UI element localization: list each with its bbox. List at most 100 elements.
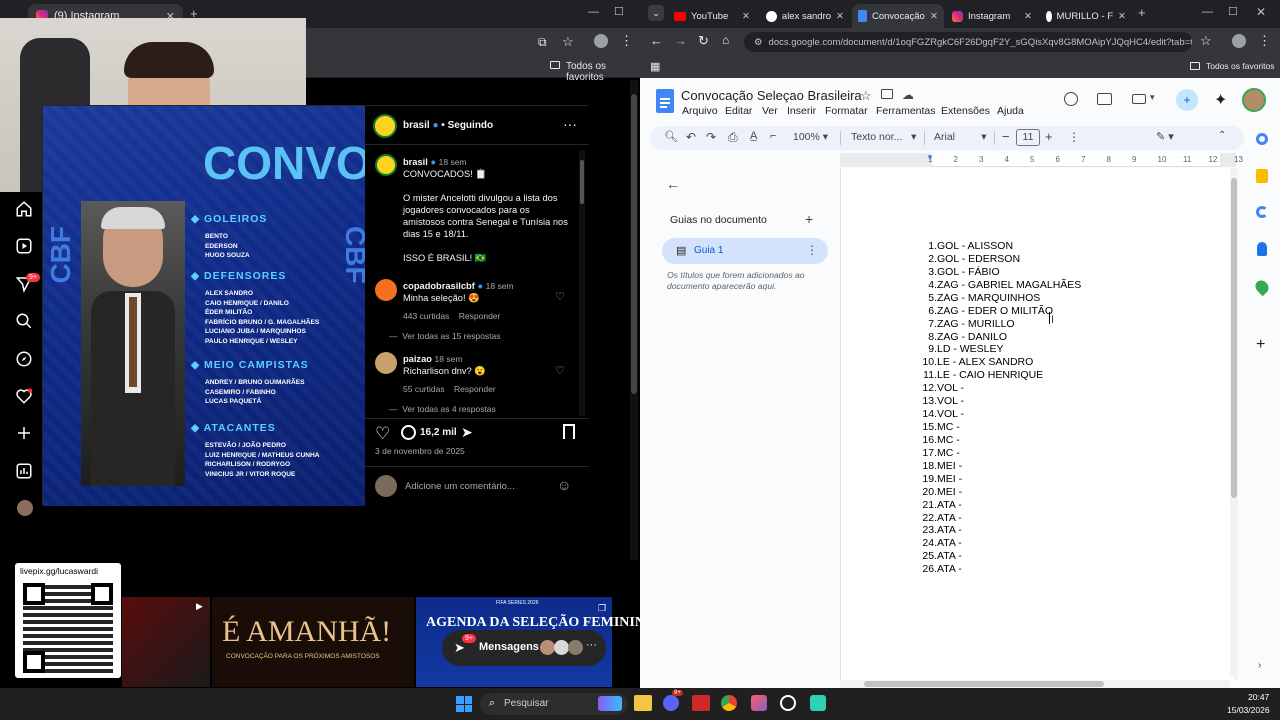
comments-icon[interactable]: [1097, 93, 1112, 105]
close-outline-icon[interactable]: ←: [666, 176, 680, 192]
comment-avatar[interactable]: [375, 352, 397, 374]
increase-font-icon[interactable]: +: [1045, 129, 1053, 144]
list-item[interactable]: 11. LE - CAIO HENRIQUE: [921, 369, 1043, 382]
comment-author[interactable]: copadobrasilcbf: [403, 281, 475, 291]
apps-grid-icon[interactable]: ▦: [650, 60, 660, 73]
reply-button[interactable]: Responder: [454, 384, 496, 394]
comment-likes[interactable]: 55 curtidas: [403, 384, 445, 394]
docs-logo-icon[interactable]: [656, 89, 674, 113]
messages-pill[interactable]: ➤ 9+ Mensagens ···: [442, 630, 606, 666]
list-item[interactable]: 25. ATA -: [921, 550, 961, 563]
contacts-icon[interactable]: [1257, 242, 1267, 256]
comment-likes[interactable]: 443 curtidas: [403, 311, 449, 321]
following-button[interactable]: Seguindo: [448, 120, 494, 131]
list-item[interactable]: 4. ZAG - GABRIEL MAGALHÃES: [921, 279, 1081, 292]
close-tab-icon[interactable]: ✕: [930, 11, 938, 22]
share-icon[interactable]: ➤: [461, 424, 473, 441]
comment-author[interactable]: paizao: [403, 354, 432, 364]
maximize-icon[interactable]: ☐: [1228, 5, 1238, 18]
decrease-font-icon[interactable]: −: [1002, 129, 1010, 144]
discord-icon[interactable]: [663, 695, 679, 711]
dashboard-icon[interactable]: [15, 462, 35, 482]
comment-bubble-icon[interactable]: [401, 425, 416, 440]
caption-author[interactable]: brasil: [403, 157, 428, 167]
tab-search-icon[interactable]: ⌄: [648, 5, 664, 21]
list-item[interactable]: 10. LE - ALEX SANDRO: [921, 356, 1033, 369]
cloud-status-icon[interactable]: ☁: [902, 88, 914, 102]
bookmark-star-icon[interactable]: ☆: [1200, 33, 1212, 49]
scrollbar-thumb[interactable]: [1231, 178, 1237, 498]
close-window-icon[interactable]: ✕: [1256, 5, 1266, 19]
menu-ferramentas[interactable]: Ferramentas: [876, 105, 936, 117]
list-item[interactable]: 12. VOL -: [921, 382, 964, 395]
home-icon[interactable]: ⌂: [722, 33, 729, 47]
address-bar[interactable]: ⚙ docs.google.com/document/d/1oqFGZRgkC6…: [744, 32, 1192, 52]
minimize-icon[interactable]: —: [1202, 6, 1213, 18]
gemini-sparkle-icon[interactable]: ✦: [1214, 90, 1227, 110]
close-tab-icon[interactable]: ✕: [1118, 11, 1126, 22]
scrollbar-thumb[interactable]: [864, 681, 1104, 687]
post-options-icon[interactable]: ···: [563, 116, 577, 132]
share-person-add-icon[interactable]: +: [1176, 89, 1198, 111]
paint-format-icon[interactable]: ⌐: [770, 130, 776, 142]
get-addons-icon[interactable]: +: [1256, 336, 1265, 354]
list-item[interactable]: 22. ATA -: [921, 512, 961, 525]
chrome-icon[interactable]: [721, 695, 737, 711]
expand-panel-icon[interactable]: ›: [1258, 660, 1261, 671]
tab-options-icon[interactable]: ⋮: [806, 243, 818, 257]
comment-input[interactable]: Adicione um comentário...: [405, 481, 515, 492]
app-icon[interactable]: [751, 695, 767, 711]
menu-editar[interactable]: Editar: [725, 105, 752, 117]
meet-video-icon[interactable]: [1132, 94, 1146, 104]
list-item[interactable]: 18. MEI -: [921, 460, 962, 473]
undo-icon[interactable]: ↶: [686, 130, 696, 144]
tab-youtube[interactable]: YouTube ✕: [668, 4, 756, 28]
font-size-input[interactable]: 11: [1016, 129, 1040, 146]
menu-extensoes[interactable]: Extensões: [941, 105, 990, 117]
list-item[interactable]: 14. VOL -: [921, 408, 964, 421]
profile-avatar[interactable]: [594, 34, 608, 48]
tab-instagram[interactable]: Instagram ✕: [946, 4, 1038, 28]
star-icon[interactable]: ☆: [860, 88, 872, 104]
comment-like-icon[interactable]: ♡: [555, 364, 565, 377]
brasil-avatar[interactable]: [373, 114, 397, 138]
minimize-icon[interactable]: —: [588, 6, 599, 18]
emoji-icon[interactable]: ☺: [557, 477, 571, 493]
reply-button[interactable]: Responder: [459, 311, 501, 321]
explore-icon[interactable]: [15, 350, 35, 370]
clock-date[interactable]: 15/03/2026: [1227, 705, 1270, 715]
view-replies-link[interactable]: Ver todas as 4 respostas: [402, 404, 496, 414]
comments-scrollbar[interactable]: [579, 150, 585, 416]
close-tab-icon[interactable]: ✕: [742, 11, 750, 22]
list-item[interactable]: 15. MC -: [921, 421, 959, 434]
horizontal-ruler[interactable]: ▼ 1 2 3 4 5 6 7 8 9 10 11 12 13: [840, 153, 1243, 167]
move-folder-icon[interactable]: [881, 89, 893, 99]
scrollbar-thumb[interactable]: [580, 160, 584, 204]
comment-avatar[interactable]: [375, 279, 397, 301]
bookmark-star-icon[interactable]: ☆: [562, 34, 574, 50]
reel-thumbnail-2[interactable]: É AMANHÃ! CONVOCAÇÃO PARA OS PRÓXIMOS AM…: [212, 597, 414, 687]
tasks-icon[interactable]: [1256, 206, 1268, 218]
print-icon[interactable]: ⎙: [728, 130, 738, 145]
search-menus-icon[interactable]: 🔍︎: [664, 130, 678, 143]
start-button-icon[interactable]: [456, 696, 472, 712]
document-title[interactable]: Convocação Seleçao Brasileira: [681, 88, 862, 103]
menu-dots-icon[interactable]: ⋮: [1258, 33, 1271, 49]
keep-icon[interactable]: [1256, 169, 1268, 183]
whatsapp-icon[interactable]: [810, 695, 826, 711]
reel-thumbnail-1[interactable]: ▶: [122, 597, 210, 687]
redo-icon[interactable]: ↷: [706, 130, 716, 144]
collapse-toolbar-icon[interactable]: ⌃: [1218, 130, 1226, 141]
all-bookmarks-link[interactable]: Todos os favoritos: [1206, 61, 1275, 71]
list-item[interactable]: 3. GOL - FÁBIO: [921, 266, 999, 279]
version-history-icon[interactable]: [1064, 92, 1078, 106]
list-item[interactable]: 24. ATA -: [921, 537, 961, 550]
notifications-heart-icon[interactable]: [15, 387, 35, 407]
home-icon[interactable]: [15, 200, 35, 220]
add-tab-icon[interactable]: +: [805, 211, 813, 227]
maps-icon[interactable]: [1252, 277, 1272, 297]
font-select[interactable]: Arial ▾: [934, 131, 987, 143]
file-explorer-icon[interactable]: [634, 695, 652, 711]
menu-dots-icon[interactable]: ⋮: [620, 33, 633, 49]
list-item[interactable]: 5. ZAG - MARQUINHOS: [921, 292, 1040, 305]
